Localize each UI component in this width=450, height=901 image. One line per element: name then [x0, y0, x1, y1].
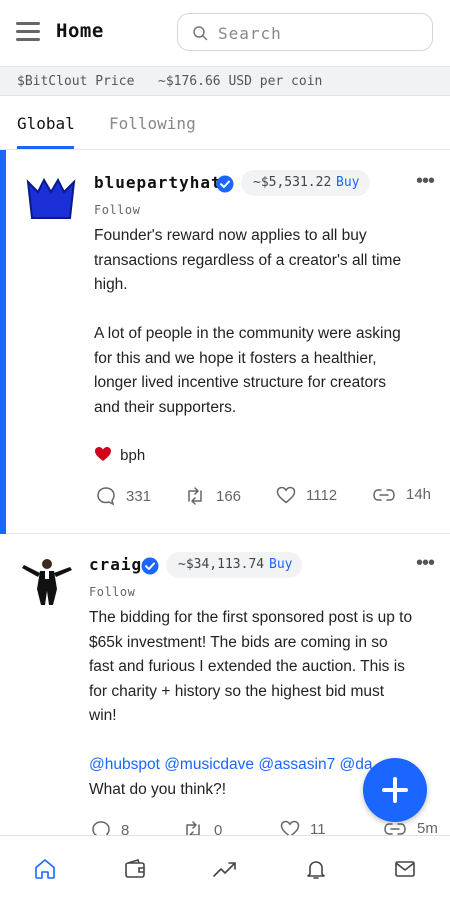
- like-count: 1112: [306, 486, 338, 504]
- tab-following[interactable]: Following: [109, 114, 196, 133]
- post-text-line: A lot of people in the community were as…: [94, 325, 401, 342]
- feed-tabs: Global Following: [0, 96, 450, 150]
- home-icon[interactable]: [33, 857, 57, 881]
- more-options-icon[interactable]: •••: [416, 170, 435, 193]
- post-text-line: fast and furious I extended the auction.…: [89, 658, 405, 675]
- comment-icon: [97, 487, 115, 506]
- post-actions: 8 0 11 5m: [0, 820, 450, 835]
- reclout-count: 166: [216, 487, 242, 505]
- reaction-row: bph: [94, 446, 145, 464]
- bell-icon[interactable]: [304, 857, 328, 881]
- comment-count: 331: [126, 487, 152, 505]
- post-text-line: The bidding for the first sponsored post…: [89, 609, 413, 626]
- pinned-post-indicator: [0, 150, 6, 534]
- plus-icon: [382, 777, 408, 803]
- username[interactable]: craig: [89, 555, 142, 574]
- top-bar: Home: [0, 0, 450, 66]
- post-body: Founder's reward now applies to all buy …: [94, 224, 439, 420]
- trending-icon[interactable]: [212, 857, 238, 881]
- post[interactable]: bluepartyhat ~$5,531.22 Buy ••• Follow F…: [0, 150, 450, 534]
- coin-price: ~$5,531.22: [253, 175, 332, 190]
- active-tab-indicator: [17, 146, 74, 149]
- comment-button[interactable]: 331: [96, 486, 151, 506]
- share-button[interactable]: 5m: [383, 820, 438, 835]
- share-button[interactable]: 14h: [372, 486, 431, 503]
- follow-button[interactable]: Follow: [89, 585, 135, 599]
- heart-outline-icon: [280, 820, 300, 835]
- post-text-line: high.: [94, 276, 128, 293]
- buy-button[interactable]: Buy: [336, 175, 359, 190]
- like-button[interactable]: 1112: [276, 486, 337, 504]
- price-bar: $BitClout Price ~$176.66 USD per coin: [0, 66, 450, 96]
- post-text-line: and their supporters.: [94, 398, 237, 416]
- post-text-line: Founder's reward now applies to all buy: [94, 227, 367, 244]
- reclout-icon: [188, 487, 202, 505]
- reclout-count: 0: [214, 821, 223, 836]
- search-icon: [193, 26, 208, 41]
- buy-button[interactable]: Buy: [269, 557, 292, 572]
- heart-outline-icon: [276, 486, 296, 504]
- post-age: 5m: [417, 820, 438, 835]
- like-count: 11: [310, 820, 326, 836]
- reclout-button[interactable]: 0: [182, 820, 222, 835]
- comment-button[interactable]: 8: [91, 820, 129, 835]
- search-input[interactable]: [216, 21, 420, 45]
- post-actions: 331 166 1112 14h: [0, 486, 450, 508]
- post-text-line: win!: [89, 707, 117, 724]
- heart-icon: [95, 447, 111, 461]
- post-age: 14h: [406, 486, 432, 503]
- username[interactable]: bluepartyhat: [94, 173, 222, 192]
- comment-count: 8: [121, 821, 130, 836]
- follow-button[interactable]: Follow: [94, 203, 140, 217]
- wallet-icon[interactable]: [123, 857, 147, 881]
- coin-price-pill: ~$5,531.22 Buy: [241, 170, 370, 196]
- page-title: Home: [56, 20, 104, 42]
- bottom-nav: [0, 835, 450, 901]
- verified-badge-icon: [216, 175, 234, 193]
- reclout-icon: [186, 821, 200, 835]
- reclout-button[interactable]: 166: [184, 486, 241, 506]
- menu-icon[interactable]: [16, 22, 40, 42]
- tab-global[interactable]: Global: [17, 114, 75, 133]
- coin-price-pill: ~$34,113.74 Buy: [166, 552, 302, 578]
- coin-price: ~$34,113.74: [178, 557, 265, 572]
- comment-icon: [92, 821, 110, 835]
- link-icon: [373, 488, 395, 501]
- search-box[interactable]: [177, 13, 433, 51]
- post-text-line: transactions regardless of a creator's a…: [94, 251, 402, 269]
- more-options-icon[interactable]: •••: [416, 552, 435, 575]
- post-text-line: longer lived incentive structure for cre…: [94, 374, 387, 391]
- post-text-line: for charity + history so the highest bid…: [89, 682, 385, 700]
- mail-icon[interactable]: [393, 857, 417, 881]
- create-post-button[interactable]: [363, 758, 427, 822]
- link-icon: [384, 822, 406, 835]
- like-button[interactable]: 11: [280, 820, 326, 835]
- verified-badge-icon: [141, 557, 159, 575]
- post-text-line: for this and we hope it fosters a health…: [94, 349, 377, 367]
- avatar[interactable]: [26, 178, 76, 222]
- avatar[interactable]: [20, 555, 74, 605]
- price-label: $BitClout Price: [17, 74, 135, 89]
- post-text-line: $65k investment! The bids are coming in …: [89, 633, 388, 651]
- price-value: ~$176.66 USD per coin: [158, 74, 323, 89]
- reaction-username[interactable]: bph: [120, 447, 145, 464]
